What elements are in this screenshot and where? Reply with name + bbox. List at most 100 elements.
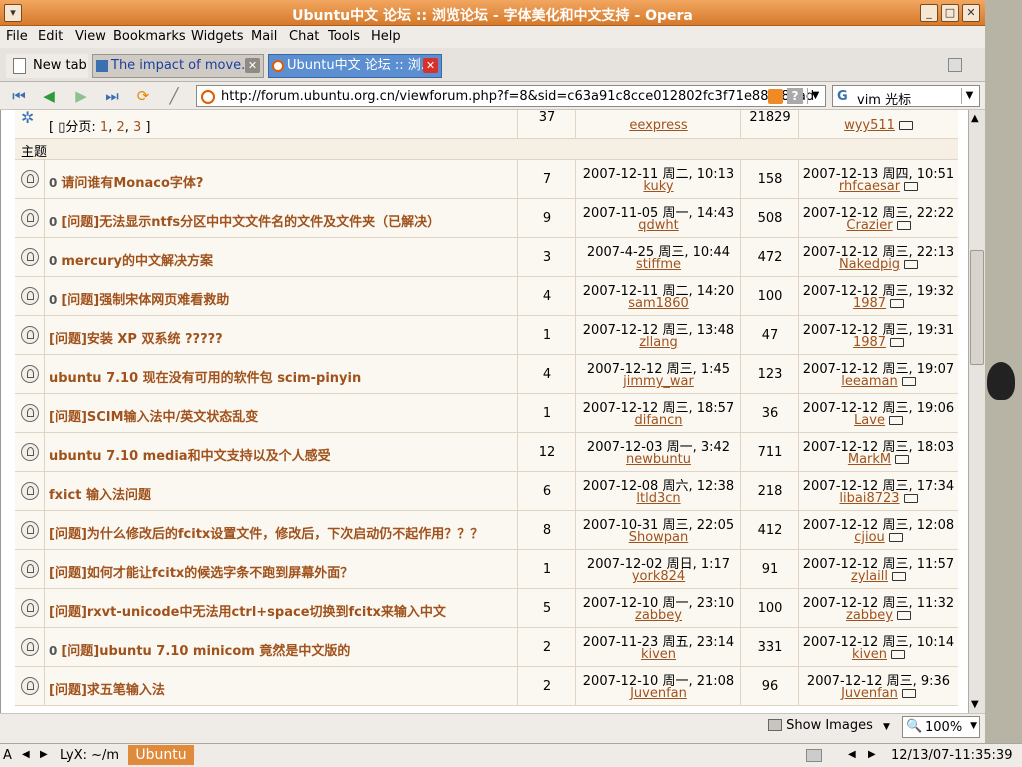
taskbar-ubuntu[interactable]: Ubuntu: [128, 745, 194, 765]
help-icon[interactable]: ?: [787, 88, 803, 104]
last-post-author[interactable]: leeaman: [799, 374, 958, 389]
go-to-post-icon[interactable]: [904, 182, 919, 191]
last-post-author[interactable]: 1987: [799, 296, 958, 311]
search-box[interactable]: G vim 光标 ▼: [832, 85, 980, 108]
go-to-post-icon[interactable]: [901, 689, 916, 698]
topic-title[interactable]: ubuntu 7.10 media和中文支持以及个人感受: [49, 449, 331, 464]
topic-title[interactable]: ubuntu 7.10 现在没有可用的软件包 scim-pinyin: [49, 371, 361, 386]
author-link[interactable]: difancn: [576, 413, 741, 428]
go-to-post-icon[interactable]: [903, 494, 918, 503]
topic-link[interactable]: [问题]SCIM输入法中/英文状态乱变: [49, 406, 258, 425]
last-post-author[interactable]: rhfcaesar: [799, 179, 958, 194]
last-post-author[interactable]: 1987: [799, 335, 958, 350]
topic-title[interactable]: [问题]rxvt-unicode中无法用ctrl+space切换到fcitx来输…: [49, 605, 446, 620]
menu-widgets[interactable]: Widgets: [191, 29, 244, 44]
go-to-post-icon[interactable]: [897, 611, 911, 620]
author-link[interactable]: qdwht: [576, 218, 741, 233]
author-link[interactable]: Showpan: [576, 530, 741, 545]
last-post-author[interactable]: MarkM: [799, 452, 958, 467]
fast-forward-icon[interactable]: ⏭: [101, 86, 123, 106]
menu-chat[interactable]: Chat: [289, 29, 319, 44]
scroll-up-icon[interactable]: ▲: [971, 113, 979, 124]
penguin-icon[interactable]: [987, 362, 1015, 400]
forward-icon[interactable]: ▶: [70, 86, 92, 106]
last-post-author[interactable]: Lave: [799, 413, 958, 428]
rss-icon[interactable]: [768, 89, 783, 104]
maximize-button[interactable]: □: [941, 4, 959, 22]
topic-link[interactable]: [问题]求五笔输入法: [49, 679, 165, 698]
menu-bookmarks[interactable]: Bookmarks: [113, 29, 186, 44]
topic-link[interactable]: fxict 输入法问题: [49, 484, 151, 503]
back-icon[interactable]: ◀: [38, 86, 60, 106]
scroll-thumb[interactable]: [970, 250, 984, 365]
go-to-post-icon[interactable]: [890, 338, 905, 347]
minimize-button[interactable]: _: [920, 4, 938, 22]
go-to-post-icon[interactable]: [901, 377, 916, 386]
last-post-author[interactable]: cjiou: [799, 530, 958, 545]
next-desktop-icon[interactable]: ▶: [40, 749, 48, 760]
menu-mail[interactable]: Mail: [251, 29, 277, 44]
topic-title[interactable]: [问题]安装 XP 双系统 ?????: [49, 332, 223, 347]
topic-link[interactable]: ubuntu 7.10 现在没有可用的软件包 scim-pinyin: [49, 367, 361, 386]
author-link[interactable]: kiven: [576, 647, 741, 662]
last-post-author[interactable]: Juvenfan: [799, 686, 958, 701]
topic-link[interactable]: [问题]安装 XP 双系统 ?????: [49, 328, 223, 347]
topic-link[interactable]: 0 mercury的中文解决方案: [49, 250, 213, 269]
topic-link[interactable]: 0 [问题]强制宋体网页难看救助: [49, 289, 229, 308]
search-dropdown-icon[interactable]: ▼: [961, 88, 977, 104]
menu-tools[interactable]: Tools: [328, 29, 360, 44]
author-link[interactable]: sam1860: [576, 296, 741, 311]
author-link[interactable]: jimmy_war: [576, 374, 741, 389]
topic-title[interactable]: [问题]ubuntu 7.10 minicom 竟然是中文版的: [61, 644, 350, 659]
last-post-author[interactable]: Nakedpig: [799, 257, 958, 272]
author-link[interactable]: Juvenfan: [576, 686, 741, 701]
menu-edit[interactable]: Edit: [38, 29, 63, 44]
topic-title[interactable]: [问题]如何才能让fcitx的候选字条不跑到屏幕外面？: [49, 566, 353, 581]
last-post-author[interactable]: wyy511: [799, 118, 958, 133]
menu-view[interactable]: View: [75, 29, 106, 44]
menu-help[interactable]: Help: [371, 29, 401, 44]
topic-link[interactable]: [问题]如何才能让fcitx的候选字条不跑到屏幕外面？: [49, 562, 353, 581]
author-link[interactable]: york824: [576, 569, 741, 584]
go-to-post-icon[interactable]: [891, 650, 906, 659]
go-to-post-icon[interactable]: [888, 533, 903, 542]
tab-impact[interactable]: The impact of move... ✕: [92, 54, 264, 78]
show-images-button[interactable]: Show Images ▼: [768, 718, 896, 736]
author-link[interactable]: zllang: [576, 335, 741, 350]
topic-link[interactable]: 0 [问题]ubuntu 7.10 minicom 竟然是中文版的: [49, 640, 350, 659]
vertical-scrollbar[interactable]: ▲ ▼: [968, 110, 985, 713]
author-link[interactable]: newbuntu: [576, 452, 741, 467]
topic-link[interactable]: 0 请问谁有Monaco字体?: [49, 172, 203, 191]
close-tab-icon[interactable]: ✕: [423, 58, 438, 73]
topic-title[interactable]: 请问谁有Monaco字体?: [61, 176, 203, 191]
zoom-dropdown-icon[interactable]: ▼: [970, 721, 977, 731]
prev-desktop-icon[interactable]: ◀: [22, 749, 30, 760]
topic-title[interactable]: mercury的中文解决方案: [61, 254, 213, 269]
author-link[interactable]: zabbey: [576, 608, 741, 623]
tray-prev-icon[interactable]: ◀: [848, 749, 856, 760]
address-bar[interactable]: http://forum.ubuntu.org.cn/viewforum.php…: [196, 85, 826, 107]
tab-ubuntu-forum[interactable]: Ubuntu中文 论坛 :: 浏... ✕: [268, 54, 442, 78]
topic-title[interactable]: [问题]无法显示ntfs分区中中文文件名的文件及文件夹（已解决）: [61, 215, 440, 230]
last-post-author[interactable]: Crazier: [799, 218, 958, 233]
tray-next-icon[interactable]: ▶: [868, 749, 876, 760]
author-link[interactable]: ltld3cn: [576, 491, 741, 506]
go-to-post-icon[interactable]: [904, 260, 919, 269]
last-post-author[interactable]: kiven: [799, 647, 958, 662]
topic-link[interactable]: ubuntu 7.10 media和中文支持以及个人感受: [49, 445, 331, 464]
taskbar-lyx[interactable]: LyX: ~/m: [60, 748, 119, 763]
author-link[interactable]: kuky: [576, 179, 741, 194]
go-to-post-icon[interactable]: [891, 572, 906, 581]
go-to-post-icon[interactable]: [895, 455, 910, 464]
close-tab-icon[interactable]: ✕: [245, 58, 260, 73]
go-to-post-icon[interactable]: [890, 299, 905, 308]
rewind-icon[interactable]: ⏮: [8, 86, 30, 106]
last-post-author[interactable]: libai8723: [799, 491, 958, 506]
topic-link[interactable]: [问题]为什么修改后的fcitx设置文件，修改后，下次启动仍不起作用？？？: [49, 523, 483, 542]
topic-title[interactable]: [问题]SCIM输入法中/英文状态乱变: [49, 410, 258, 425]
topic-title[interactable]: [问题]强制宋体网页难看救助: [61, 293, 229, 308]
tab-new-tab[interactable]: New tab: [6, 54, 88, 78]
topic-title[interactable]: [问题]为什么修改后的fcitx设置文件，修改后，下次启动仍不起作用？？？: [49, 527, 483, 542]
search-input[interactable]: vim 光标: [857, 89, 911, 108]
edit-icon[interactable]: ╱: [163, 86, 185, 106]
